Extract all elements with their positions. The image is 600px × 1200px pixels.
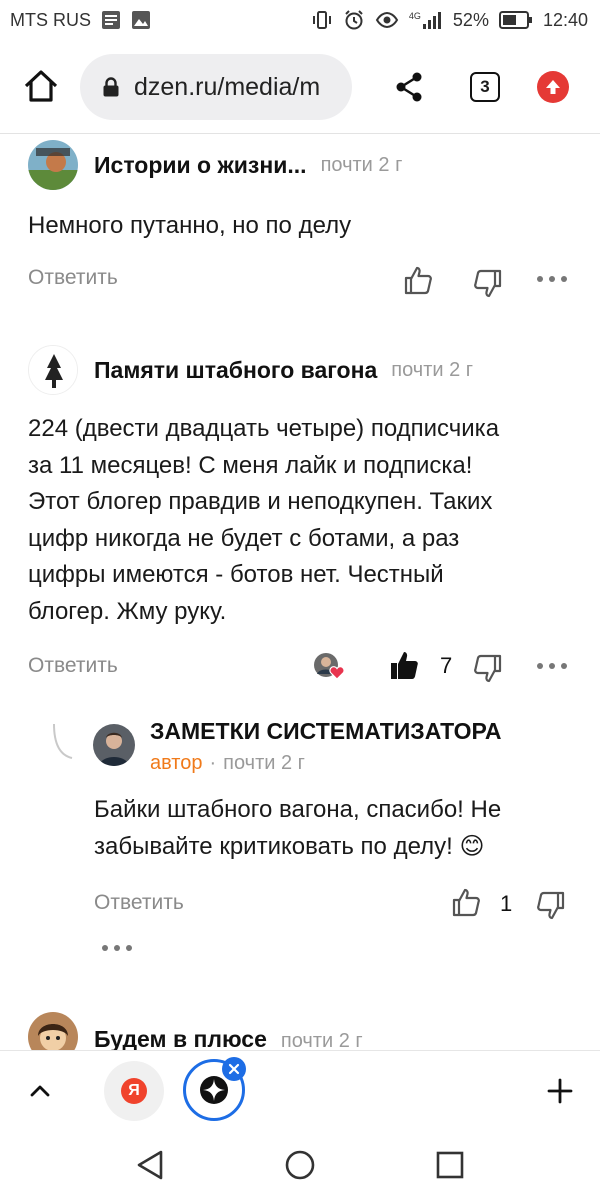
comment-author[interactable]: ЗАМЕТКИ СИСТЕМАТИЗАТОРА	[150, 718, 501, 745]
home-icon[interactable]	[22, 67, 60, 105]
carrier-name: MTS RUS	[10, 9, 91, 30]
yandex-button[interactable]: Я	[104, 1061, 164, 1121]
reply-button[interactable]: Ответить	[28, 266, 118, 290]
comment-time: почти 2 г	[320, 153, 403, 176]
yandex-logo-icon: Я	[121, 1078, 147, 1104]
comment-text-line: Этот блогер правдив и неподкупен. Таких	[28, 488, 493, 515]
dislike-icon[interactable]	[472, 653, 504, 685]
arrow-up-icon	[546, 80, 560, 94]
vibrate-icon	[312, 11, 331, 29]
system-navigation-bar	[0, 1131, 600, 1200]
browser-bottom-bar: Я	[0, 1050, 600, 1130]
comment-text: Байки штабного вагона, спасибо! Не забыв…	[94, 792, 594, 865]
close-tab-button[interactable]	[222, 1057, 246, 1081]
more-options-icon[interactable]	[537, 276, 567, 284]
battery-percent: 52%	[452, 9, 489, 30]
dislike-icon[interactable]	[535, 890, 567, 922]
back-triangle-icon[interactable]	[135, 1149, 165, 1181]
like-icon[interactable]	[450, 886, 482, 918]
author-liked-avatar	[313, 652, 345, 680]
update-button[interactable]	[537, 71, 569, 103]
heart-icon	[329, 666, 345, 680]
dislike-icon[interactable]	[472, 268, 504, 300]
comment: Памяти штабного вагона почти 2 г 224 (дв…	[0, 345, 600, 695]
comment-time: почти 2 г	[223, 752, 305, 774]
comment-text-line: 224 (двести двадцать четыре) подписчика	[28, 415, 500, 442]
lock-icon	[103, 77, 119, 97]
avatar[interactable]	[28, 1012, 78, 1050]
reply-button[interactable]: Ответить	[28, 654, 118, 678]
comment-author[interactable]: Истории о жизни...	[94, 152, 307, 179]
comment-text-line: забывайте критиковать по делу! 😊	[94, 832, 485, 860]
like-icon[interactable]	[402, 264, 434, 296]
more-options-icon[interactable]	[537, 663, 567, 671]
reply-button[interactable]: Ответить	[94, 891, 184, 915]
toolbar-divider	[0, 133, 600, 134]
comment-time: почти 2 г	[391, 358, 474, 381]
author-badge: автор	[150, 752, 203, 774]
comment-text-line: Байки штабного вагона, спасибо! Не	[94, 796, 502, 823]
comment-text-line: за 11 месяцев! С меня лайк и подписка!	[28, 451, 473, 479]
like-count: 1	[500, 891, 513, 916]
comment: Будем в плюсе почти 2 г	[0, 1012, 600, 1050]
avatar[interactable]	[93, 724, 135, 766]
share-icon[interactable]	[394, 71, 424, 103]
notification-icon	[102, 11, 120, 29]
recents-square-icon[interactable]	[435, 1150, 465, 1180]
new-tab-plus-icon[interactable]	[546, 1077, 574, 1105]
url-text: dzen.ru/media/m	[134, 72, 321, 101]
comment-author[interactable]: Памяти штабного вагона	[94, 357, 377, 384]
clock: 12:40	[542, 9, 588, 30]
separator-dot: ·	[209, 752, 217, 774]
comment-author[interactable]: Будем в плюсе	[94, 1026, 267, 1050]
alarm-icon	[345, 10, 363, 30]
like-filled-icon[interactable]	[388, 649, 420, 681]
more-options-icon[interactable]	[102, 945, 132, 953]
reply-comment: ЗАМЕТКИ СИСТЕМАТИЗАТОРА автор · почти 2 …	[0, 712, 600, 972]
chevron-up-icon[interactable]	[28, 1079, 52, 1103]
gallery-icon	[132, 11, 150, 29]
thread-connector	[53, 724, 73, 759]
comment-text: Немного путанно, но по делу	[28, 212, 352, 239]
like-count: 7	[440, 653, 453, 678]
status-bar: MTS RUS 4G 52% 12:40	[0, 0, 600, 40]
comment-text-line: цифр никогда не будет с ботами, а раз	[28, 524, 460, 552]
avatar[interactable]	[28, 345, 78, 395]
eye-icon	[375, 11, 399, 29]
avatar[interactable]	[28, 140, 78, 190]
battery-icon	[498, 11, 532, 29]
comment-text-line: блогер. Жму руку.	[28, 597, 227, 625]
close-icon	[228, 1063, 240, 1075]
network-type: 4G	[408, 11, 421, 21]
zen-logo-icon	[200, 1076, 228, 1104]
home-circle-icon[interactable]	[284, 1149, 316, 1181]
tabs-counter-button[interactable]: 3	[470, 72, 500, 102]
comment: Истории о жизни... почти 2 г Немного пут…	[0, 140, 600, 310]
address-bar[interactable]: dzen.ru/media/m	[80, 54, 352, 120]
comment-time: почти 2 г	[280, 1030, 363, 1050]
comment-text-line: цифры имеются - ботов нет. Честный	[28, 561, 444, 588]
browser-toolbar: dzen.ru/media/m 3	[0, 50, 600, 126]
comment-text: 224 (двести двадцать четыре) подписчика …	[28, 411, 588, 630]
signal-icon	[422, 12, 441, 29]
